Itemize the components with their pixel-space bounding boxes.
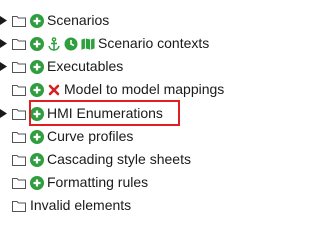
tree-item-curve-profiles[interactable]: Curve profiles (0, 125, 133, 148)
add-icon[interactable] (30, 129, 44, 144)
folder-icon (12, 177, 26, 189)
tree-item-label: Scenarios (47, 12, 110, 28)
folder-icon (12, 154, 26, 166)
tree-item-label: Executables (47, 58, 124, 74)
add-icon[interactable] (30, 175, 44, 190)
tree-item-label: Invalid elements (30, 197, 132, 213)
anchor-icon[interactable] (47, 36, 61, 51)
highlight-box (29, 100, 180, 126)
folder-icon (12, 61, 26, 73)
arrow-spacer (0, 194, 12, 217)
add-icon[interactable] (30, 152, 44, 167)
tree-item-executables[interactable]: Executables (0, 55, 123, 78)
folder-icon (12, 84, 26, 96)
expand-arrow-icon[interactable] (0, 32, 12, 55)
arrow-spacer (0, 125, 12, 148)
folder-icon (12, 38, 26, 50)
delete-icon[interactable] (47, 83, 61, 97)
folder-icon (12, 15, 26, 27)
folder-icon (12, 200, 26, 212)
tree-item-invalid-elements[interactable]: Invalid elements (0, 194, 131, 217)
expand-arrow-icon[interactable] (0, 102, 12, 125)
tree-item-label: Scenario contexts (98, 35, 210, 51)
tree-item-label: Model to model mappings (64, 81, 225, 97)
add-icon[interactable] (30, 59, 44, 74)
tree-item-scenarios[interactable]: Scenarios (0, 9, 109, 32)
clock-icon[interactable] (64, 37, 78, 51)
tree-item-formatting-rules[interactable]: Formatting rules (0, 171, 148, 194)
tree-item-model-to-model-mappings[interactable]: Model to model mappings (0, 78, 224, 101)
folder-icon (12, 131, 26, 143)
arrow-spacer (0, 171, 12, 194)
tree-item-label: Formatting rules (47, 174, 149, 190)
add-icon[interactable] (30, 13, 44, 28)
arrow-spacer (0, 78, 12, 101)
tree-item-scenario-contexts[interactable]: Scenario contexts (0, 32, 209, 55)
folder-icon (12, 108, 26, 120)
arrow-spacer (0, 148, 12, 171)
tree-item-label: Curve profiles (47, 128, 134, 144)
add-icon[interactable] (30, 36, 44, 51)
map-icon[interactable] (81, 37, 95, 51)
tree-item-label: Cascading style sheets (47, 151, 191, 167)
expand-arrow-icon[interactable] (0, 55, 12, 78)
tree-item-cascading-style-sheets[interactable]: Cascading style sheets (0, 148, 191, 171)
expand-arrow-icon[interactable] (0, 9, 12, 32)
add-icon[interactable] (30, 82, 44, 97)
